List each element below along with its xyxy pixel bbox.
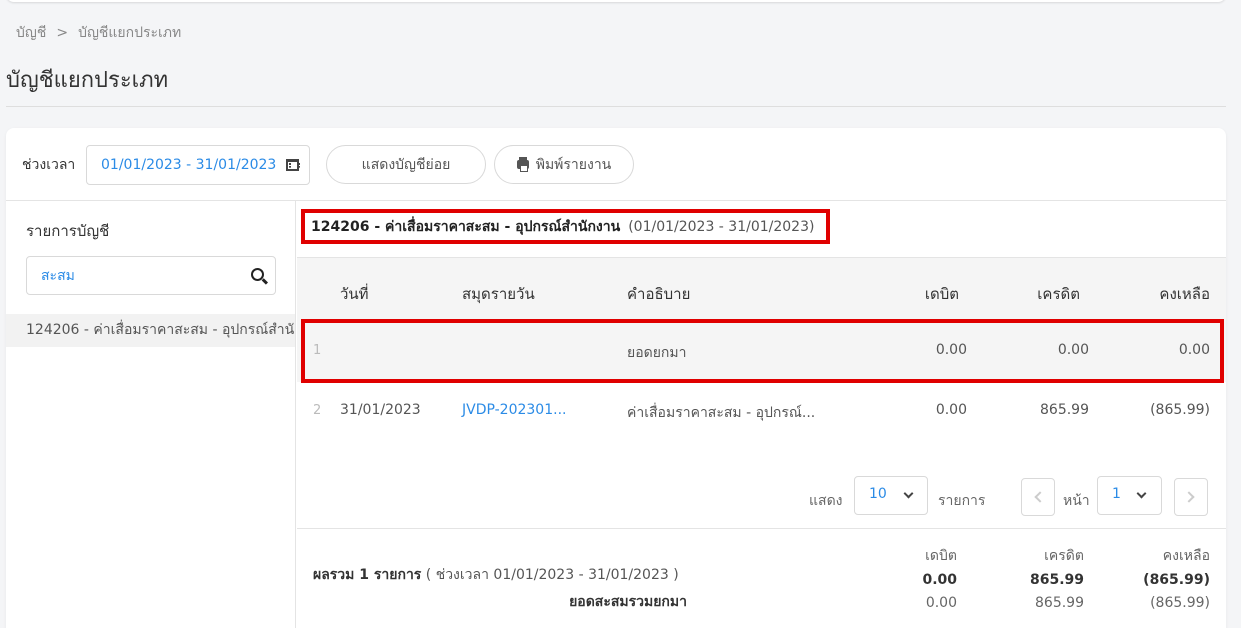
- breadcrumb-item-accounts[interactable]: บัญชี: [16, 25, 46, 41]
- row-balance: (865.99): [1150, 402, 1210, 418]
- row-date: 31/01/2023: [340, 402, 421, 418]
- summary-balance-header: คงเหลือ: [1162, 548, 1210, 564]
- top-bar: [6, 0, 1226, 2]
- account-name: 124206 - ค่าเสื่อมราคาสะสม - อุปกรณ์สำนั…: [311, 218, 621, 235]
- ledger-card: ช่วงเวลา 01/01/2023 - 31/01/2023 แสดงบัญ…: [6, 128, 1226, 628]
- ledger-main: 124206 - ค่าเสื่อมราคาสะสม - อุปกรณ์สำนั…: [297, 201, 1226, 628]
- page-size-label: แสดง: [809, 493, 843, 509]
- sidebar-title: รายการบัญชี: [26, 222, 110, 240]
- print-report-button[interactable]: พิมพ์รายงาน: [494, 145, 634, 184]
- chevron-left-icon: [1034, 491, 1046, 503]
- row-description: ค่าเสื่อมราคาสะสม - อุปกรณ์...: [627, 405, 816, 421]
- page-size-select[interactable]: 10: [854, 476, 928, 515]
- sidebar-item-account[interactable]: 124206 - ค่าเสื่อมราคาสะสม - อุปกรณ์สำนั…: [6, 314, 295, 347]
- printer-icon: [516, 157, 529, 172]
- chevron-down-icon: [1136, 488, 1147, 499]
- page-select[interactable]: 1: [1097, 476, 1162, 515]
- account-heading: 124206 - ค่าเสื่อมราคาสะสม - อุปกรณ์สำนั…: [301, 209, 830, 244]
- row-number: 2: [313, 403, 322, 418]
- search-icon[interactable]: [251, 268, 264, 281]
- chevron-right-icon: [1183, 491, 1195, 503]
- date-range-value: 01/01/2023 - 31/01/2023: [101, 157, 277, 173]
- summary-total-debit: 0.00: [922, 572, 957, 588]
- summary-carried-balance: (865.99): [1150, 595, 1210, 611]
- summary-carried-debit: 0.00: [925, 595, 957, 611]
- chevron-down-icon: [903, 488, 914, 499]
- summary-debit-header: เดบิต: [925, 548, 957, 564]
- summary-total-balance: (865.99): [1143, 572, 1210, 588]
- summary-total-period: ( ช่วงเวลา 01/01/2023 - 31/01/2023 ): [425, 567, 679, 583]
- summary-credit-header: เครดิต: [1044, 548, 1084, 564]
- account-period: (01/01/2023 - 31/01/2023): [628, 218, 815, 235]
- account-sidebar: รายการบัญชี 124206 - ค่าเสื่อมราคาสะสม -…: [6, 201, 296, 628]
- page-value: 1: [1112, 486, 1121, 502]
- summary-total: ผลรวม 1 รายการ ( ช่วงเวลา 01/01/2023 - 3…: [313, 564, 679, 586]
- row-journal-link[interactable]: JVDP-202301...: [462, 402, 566, 418]
- page-size-value: 10: [869, 486, 887, 502]
- summary-carried-label: ยอดสะสมรวมยกมา: [569, 594, 687, 610]
- calendar-icon[interactable]: [286, 159, 300, 171]
- breadcrumb: บัญชี > บัญชีแยกประเภท: [16, 22, 181, 44]
- print-report-label: พิมพ์รายงาน: [535, 156, 612, 173]
- summary-total-credit: 865.99: [1029, 572, 1084, 588]
- date-range-picker[interactable]: 01/01/2023 - 31/01/2023: [86, 145, 310, 185]
- show-sub-accounts-button[interactable]: แสดงบัญชีย่อย: [326, 145, 486, 184]
- row-credit: 865.99: [1040, 402, 1089, 418]
- breadcrumb-item-ledger: บัญชีแยกประเภท: [78, 25, 182, 41]
- col-balance[interactable]: คงเหลือ: [1110, 282, 1210, 306]
- col-debit[interactable]: เดบิต: [859, 282, 959, 306]
- summary-carried-credit: 865.99: [1035, 595, 1084, 611]
- highlight-box: [301, 319, 1224, 383]
- page-title: บัญชีแยกประเภท: [6, 68, 169, 93]
- next-page-button[interactable]: [1174, 478, 1208, 516]
- pagination: แสดง 10 รายการ หน้า 1: [297, 476, 1226, 516]
- col-date[interactable]: วันที่: [340, 282, 369, 306]
- table-header: วันที่ สมุดรายวัน คำอธิบาย เดบิต เครดิต …: [297, 257, 1226, 322]
- summary-total-label: ผลรวม 1 รายการ: [313, 567, 422, 583]
- summary-section: เดบิต เครดิต คงเหลือ ผลรวม 1 รายการ ( ช่…: [297, 529, 1226, 628]
- page-label: หน้า: [1063, 493, 1090, 509]
- items-label: รายการ: [938, 493, 986, 509]
- divider: [6, 106, 1226, 107]
- period-label: ช่วงเวลา: [22, 157, 76, 173]
- row-debit: 0.00: [935, 402, 967, 418]
- show-sub-accounts-label: แสดงบัญชีย่อย: [361, 156, 451, 173]
- table-row[interactable]: 2 31/01/2023 JVDP-202301... ค่าเสื่อมราค…: [297, 382, 1226, 442]
- col-journal[interactable]: สมุดรายวัน: [462, 282, 535, 306]
- col-description[interactable]: คำอธิบาย: [627, 282, 690, 306]
- prev-page-button[interactable]: [1021, 478, 1055, 516]
- breadcrumb-separator: >: [56, 25, 69, 41]
- account-search-input[interactable]: [26, 256, 276, 295]
- col-credit[interactable]: เครดิต: [980, 282, 1080, 306]
